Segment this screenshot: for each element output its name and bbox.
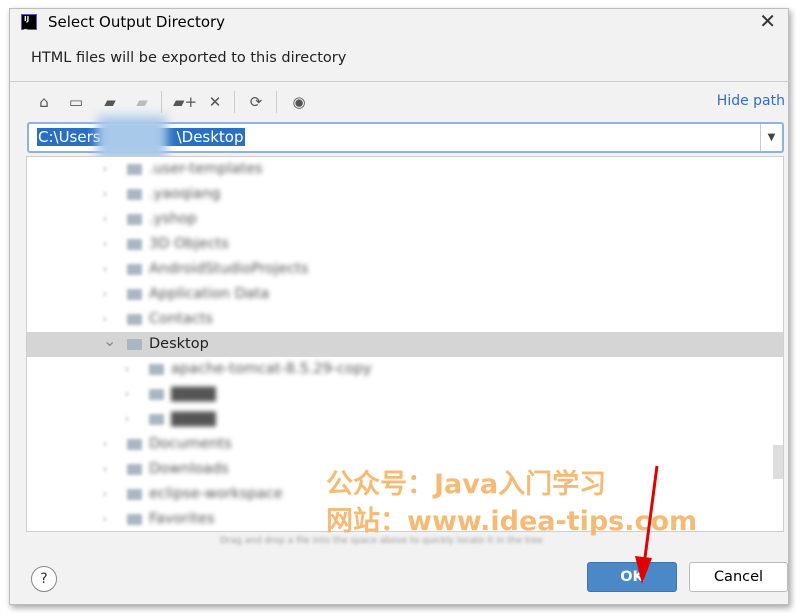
toolbar-separator bbox=[234, 91, 235, 113]
home-icon[interactable]: ⌂ bbox=[33, 91, 55, 113]
delete-icon[interactable]: ✕ bbox=[204, 91, 226, 113]
folder-icon bbox=[149, 389, 164, 400]
chevron-right-icon[interactable]: › bbox=[103, 207, 107, 232]
folder-icon bbox=[127, 314, 142, 325]
folder-icon bbox=[127, 339, 142, 350]
chevron-right-icon[interactable]: › bbox=[103, 482, 107, 507]
divider bbox=[10, 81, 790, 82]
tree-item-label: 3D Objects bbox=[149, 236, 229, 252]
chevron-right-icon[interactable]: › bbox=[103, 307, 107, 332]
project-folder-icon[interactable]: ▰ bbox=[99, 91, 121, 113]
chevron-right-icon[interactable]: › bbox=[103, 257, 107, 282]
folder-icon bbox=[127, 489, 142, 500]
chevron-right-icon[interactable]: › bbox=[125, 382, 129, 407]
tree-item[interactable]: › apache-tomcat-8.5.29-copy bbox=[27, 357, 783, 382]
new-folder-icon[interactable]: ▰+ bbox=[173, 91, 197, 113]
scrollbar[interactable] bbox=[773, 445, 783, 479]
folder-icon bbox=[127, 214, 142, 225]
tree-item-label: Application Data bbox=[149, 286, 270, 302]
intellij-logo-icon: IJ _ bbox=[21, 14, 37, 30]
chevron-right-icon[interactable]: › bbox=[103, 182, 107, 207]
tree-item-label: ▇▇▇▇ bbox=[171, 386, 216, 402]
tree-item-label: Favorites bbox=[149, 511, 215, 527]
path-input[interactable]: C:\Users \Desktop ▼ bbox=[27, 116, 784, 160]
tree-item[interactable]: › 3D Objects bbox=[27, 232, 783, 257]
chevron-right-icon[interactable]: › bbox=[103, 432, 107, 457]
toolbar-separator bbox=[161, 91, 162, 113]
refresh-icon[interactable]: ⟳ bbox=[245, 91, 267, 113]
folder-icon bbox=[127, 514, 142, 525]
redacted-username bbox=[97, 116, 167, 160]
folder-icon bbox=[127, 289, 142, 300]
chevron-down-icon[interactable]: ▼ bbox=[760, 124, 782, 151]
folder-icon bbox=[149, 364, 164, 375]
tree-item-label: eclipse-workspace bbox=[149, 486, 283, 502]
folder-icon bbox=[127, 264, 142, 275]
toolbar-separator bbox=[276, 91, 277, 113]
folder-icon bbox=[127, 439, 142, 450]
chevron-right-icon[interactable]: › bbox=[125, 407, 129, 432]
description-text: HTML files will be exported to this dire… bbox=[31, 50, 347, 66]
close-icon[interactable]: ✕ bbox=[759, 9, 776, 33]
tree-item[interactable]: ⌄ Desktop bbox=[27, 331, 783, 357]
tree-item-label: .yshop bbox=[149, 211, 198, 227]
chevron-right-icon[interactable]: › bbox=[103, 457, 107, 482]
tree-item-label: AndroidStudioProjects bbox=[149, 261, 309, 277]
tree-item-label: .user-templates bbox=[149, 161, 263, 177]
tree-item-label: ▇▇▇▇ bbox=[171, 411, 216, 427]
tree-item[interactable]: › Contacts bbox=[27, 307, 783, 332]
tree-item[interactable]: › ▇▇▇▇ bbox=[27, 407, 783, 432]
folder-icon bbox=[149, 414, 164, 425]
chevron-right-icon[interactable]: › bbox=[103, 282, 107, 307]
red-arrow-annotation bbox=[635, 465, 659, 584]
help-button[interactable]: ? bbox=[31, 566, 57, 592]
chevron-right-icon[interactable]: › bbox=[103, 507, 107, 531]
cancel-button[interactable]: Cancel bbox=[689, 562, 788, 592]
folder-icon bbox=[127, 464, 142, 475]
folder-icon bbox=[127, 239, 142, 250]
tree-item[interactable]: › .yshop bbox=[27, 207, 783, 232]
tree-item[interactable]: › ▇▇▇▇ bbox=[27, 382, 783, 407]
show-hidden-icon[interactable]: ◉ bbox=[288, 91, 310, 113]
chevron-right-icon[interactable]: › bbox=[103, 157, 107, 182]
tree-item-label: Downloads bbox=[149, 461, 229, 477]
folder-icon bbox=[127, 189, 142, 200]
tree-item[interactable]: › Application Data bbox=[27, 282, 783, 307]
dialog-title: Select Output Directory bbox=[48, 13, 226, 31]
watermark-line-1: 公众号：Java入门学习 bbox=[326, 469, 607, 500]
chevron-right-icon[interactable]: › bbox=[125, 357, 129, 382]
tree-item-label: .yaoqiang bbox=[149, 186, 221, 202]
tree-item-label: Documents bbox=[149, 436, 232, 452]
chevron-right-icon[interactable]: › bbox=[103, 232, 107, 257]
tree-item[interactable]: › Documents bbox=[27, 432, 783, 457]
tree-item[interactable]: › .yaoqiang bbox=[27, 182, 783, 207]
hide-path-link[interactable]: Hide path bbox=[717, 93, 785, 109]
tree-item[interactable]: › AndroidStudioProjects bbox=[27, 257, 783, 282]
tree-item[interactable]: › .user-templates bbox=[27, 157, 783, 182]
tree-item-label: Desktop bbox=[149, 336, 209, 352]
tree-item-label: Contacts bbox=[149, 311, 213, 327]
tree-item-label: apache-tomcat-8.5.29-copy bbox=[171, 361, 372, 377]
module-folder-icon[interactable]: ▰ bbox=[131, 91, 153, 113]
folder-icon bbox=[127, 164, 142, 175]
desktop-icon[interactable]: ▭ bbox=[65, 91, 87, 113]
